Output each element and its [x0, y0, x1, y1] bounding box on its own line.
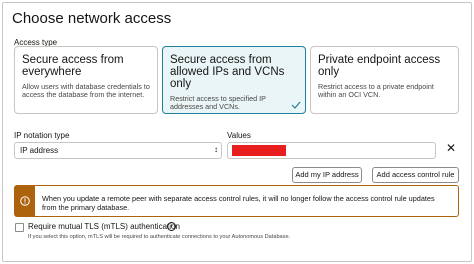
access-option-description: Restrict access to specified IP addresse… [170, 94, 266, 112]
values-input[interactable] [227, 142, 436, 159]
mtls-label: Require mutual TLS (mTLS) authentication [28, 222, 180, 231]
page-title: Choose network access [12, 10, 172, 27]
access-option-private-endpoint[interactable]: Private endpoint access only Restrict ac… [310, 46, 459, 114]
access-option-everywhere[interactable]: Secure access from everywhere Allow user… [14, 46, 158, 114]
access-option-allowed-ips[interactable]: Secure access from allowed IPs and VCNs … [162, 46, 306, 114]
warning-stripe [15, 186, 35, 216]
info-icon[interactable]: i [167, 222, 176, 231]
access-option-description: Restrict access to a private endpoint wi… [318, 82, 434, 100]
access-option-title: Secure access from allowed IPs and VCNs … [170, 54, 285, 90]
warning-banner: When you update a remote peer with separ… [14, 185, 459, 217]
access-option-description: Allow users with database credentials to… [22, 82, 150, 100]
add-access-rule-button[interactable]: Add access control rule [372, 167, 459, 183]
mtls-help-text: If you select this option, mTLS will be … [28, 234, 291, 240]
exclamation-icon [20, 196, 30, 206]
ip-notation-value: IP address [20, 146, 59, 155]
close-icon[interactable]: ✕ [445, 142, 457, 154]
mtls-checkbox[interactable] [15, 223, 24, 232]
warning-text: When you update a remote peer with separ… [42, 194, 435, 212]
chevron-updown-icon: ↕ [214, 145, 218, 154]
checkmark-icon [291, 101, 301, 109]
values-label: Values [227, 131, 251, 140]
ip-notation-label: IP notation type [14, 131, 70, 140]
access-option-title: Secure access from everywhere [22, 54, 124, 78]
ip-notation-select[interactable]: IP address ↕ [14, 142, 222, 159]
redacted-value [232, 145, 286, 156]
add-my-ip-button[interactable]: Add my IP address [292, 167, 362, 183]
access-option-title: Private endpoint access only [318, 54, 441, 78]
